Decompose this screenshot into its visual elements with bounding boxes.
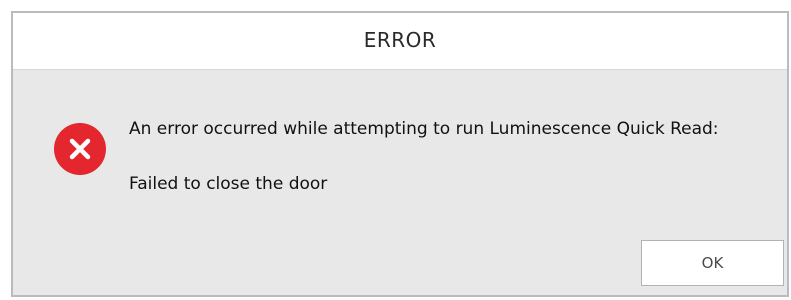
dialog-titlebar: ERROR xyxy=(13,13,787,70)
dialog-content: An error occurred while attempting to ru… xyxy=(13,69,787,297)
dialog-title: ERROR xyxy=(363,28,437,52)
error-dialog: ERROR An error occurred while attempting… xyxy=(11,11,789,297)
ok-button[interactable]: OK xyxy=(641,240,784,286)
error-detail: Failed to close the door xyxy=(129,174,328,194)
error-message: An error occurred while attempting to ru… xyxy=(129,119,719,139)
error-icon xyxy=(54,123,106,175)
